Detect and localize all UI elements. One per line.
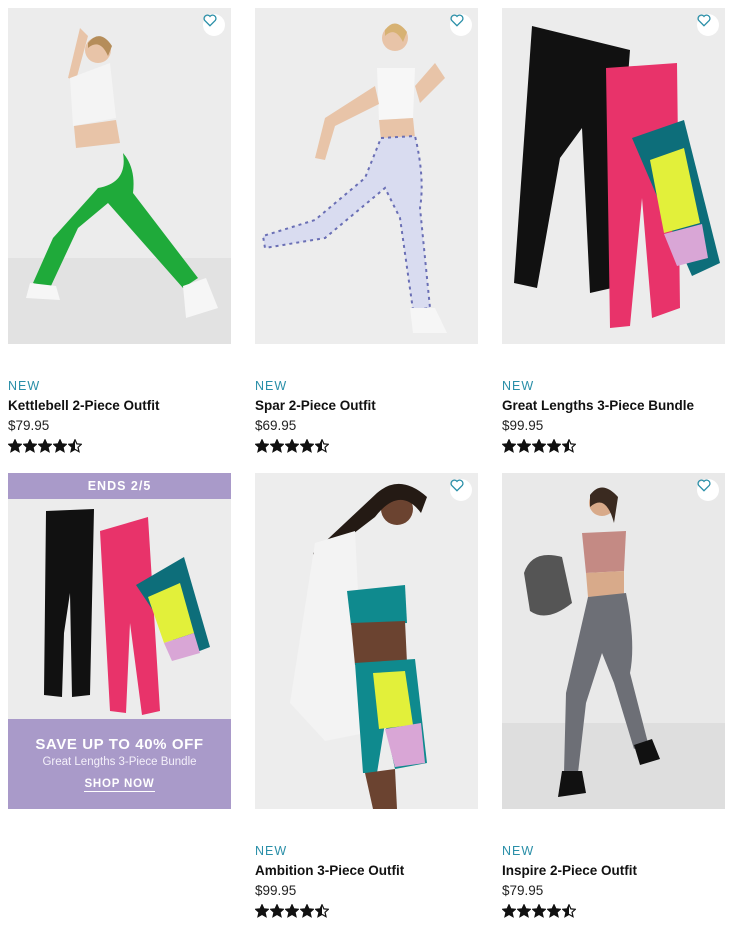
star-full-icon bbox=[8, 439, 22, 453]
star-full-icon bbox=[532, 439, 546, 453]
promo-image[interactable]: ENDS 2/5 SAVE UP TO 40% OFF Great Length… bbox=[8, 473, 231, 809]
promo-end-date-banner: ENDS 2/5 bbox=[8, 473, 231, 499]
heart-outline-icon[interactable] bbox=[450, 14, 472, 36]
heart-outline-icon[interactable] bbox=[450, 479, 472, 501]
product-price: $99.95 bbox=[502, 418, 544, 433]
star-full-icon bbox=[502, 904, 516, 918]
product-price: $99.95 bbox=[255, 883, 297, 898]
product-image[interactable] bbox=[502, 8, 725, 344]
star-full-icon bbox=[517, 439, 531, 453]
leggings-photo bbox=[502, 8, 725, 344]
star-half-icon bbox=[315, 439, 329, 453]
shop-now-link[interactable]: SHOP NOW bbox=[84, 778, 155, 792]
rating-stars bbox=[502, 904, 725, 918]
star-full-icon bbox=[300, 439, 314, 453]
new-badge: NEW bbox=[502, 844, 535, 858]
star-full-icon bbox=[285, 439, 299, 453]
product-price: $79.95 bbox=[8, 418, 50, 433]
promo-tile[interactable]: ENDS 2/5 SAVE UP TO 40% OFF Great Length… bbox=[8, 473, 231, 809]
heart-outline-icon[interactable] bbox=[203, 14, 225, 36]
new-badge: NEW bbox=[502, 379, 535, 393]
rating-stars bbox=[255, 439, 478, 453]
star-full-icon bbox=[532, 904, 546, 918]
star-full-icon bbox=[270, 439, 284, 453]
star-half-icon bbox=[68, 439, 82, 453]
star-full-icon bbox=[255, 439, 269, 453]
star-full-icon bbox=[517, 904, 531, 918]
star-half-icon bbox=[562, 904, 576, 918]
model-photo bbox=[8, 8, 231, 344]
star-full-icon bbox=[502, 439, 516, 453]
star-full-icon bbox=[38, 439, 52, 453]
product-image[interactable] bbox=[8, 8, 231, 344]
star-half-icon bbox=[315, 904, 329, 918]
product-name[interactable]: Ambition 3-Piece Outfit bbox=[255, 862, 478, 880]
new-badge: NEW bbox=[255, 844, 288, 858]
product-price: $79.95 bbox=[502, 883, 544, 898]
product-image[interactable] bbox=[502, 473, 725, 809]
star-full-icon bbox=[255, 904, 269, 918]
product-name[interactable]: Great Lengths 3-Piece Bundle bbox=[502, 397, 725, 415]
star-full-icon bbox=[53, 439, 67, 453]
model-photo bbox=[502, 473, 725, 809]
rating-stars bbox=[502, 439, 725, 453]
new-badge: NEW bbox=[255, 379, 288, 393]
model-photo bbox=[255, 8, 478, 344]
model-photo bbox=[255, 473, 478, 809]
product-name[interactable]: Kettlebell 2-Piece Outfit bbox=[8, 397, 231, 415]
star-full-icon bbox=[547, 439, 561, 453]
rating-stars bbox=[8, 439, 231, 453]
product-price: $69.95 bbox=[255, 418, 297, 433]
star-full-icon bbox=[547, 904, 561, 918]
new-badge: NEW bbox=[8, 379, 41, 393]
product-name[interactable]: Spar 2-Piece Outfit bbox=[255, 397, 478, 415]
star-full-icon bbox=[23, 439, 37, 453]
heart-outline-icon[interactable] bbox=[697, 14, 719, 36]
star-full-icon bbox=[270, 904, 284, 918]
heart-outline-icon[interactable] bbox=[697, 479, 719, 501]
promo-banner: SAVE UP TO 40% OFF Great Lengths 3-Piece… bbox=[8, 719, 231, 809]
star-half-icon bbox=[562, 439, 576, 453]
product-name[interactable]: Inspire 2-Piece Outfit bbox=[502, 862, 725, 880]
promo-subtext: Great Lengths 3-Piece Bundle bbox=[42, 756, 197, 768]
rating-stars bbox=[255, 904, 478, 918]
star-full-icon bbox=[300, 904, 314, 918]
star-full-icon bbox=[285, 904, 299, 918]
promo-headline: SAVE UP TO 40% OFF bbox=[35, 736, 204, 753]
product-image[interactable] bbox=[255, 8, 478, 344]
product-image[interactable] bbox=[255, 473, 478, 809]
